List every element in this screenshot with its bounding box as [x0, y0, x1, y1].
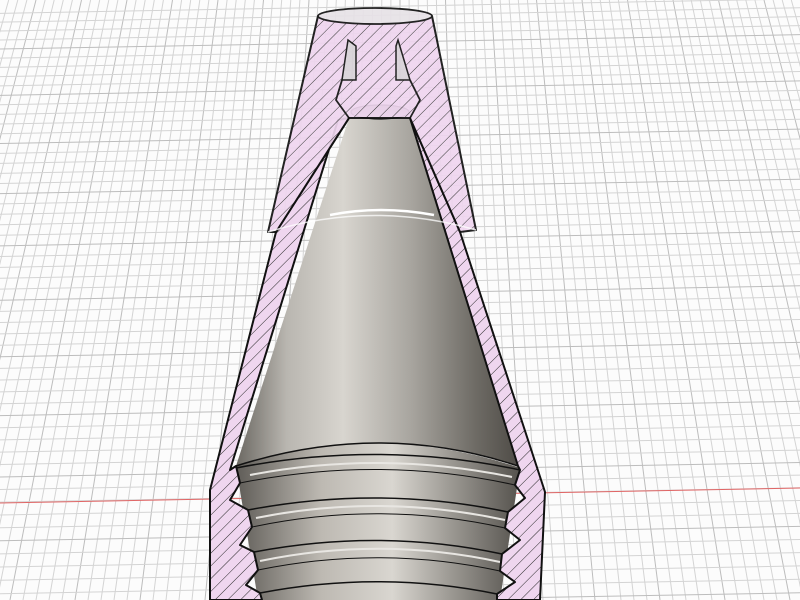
cad-scene: [0, 0, 800, 600]
cap-top-face: [317, 7, 433, 25]
cad-viewport[interactable]: [0, 0, 800, 600]
threaded-bore: [235, 443, 521, 600]
